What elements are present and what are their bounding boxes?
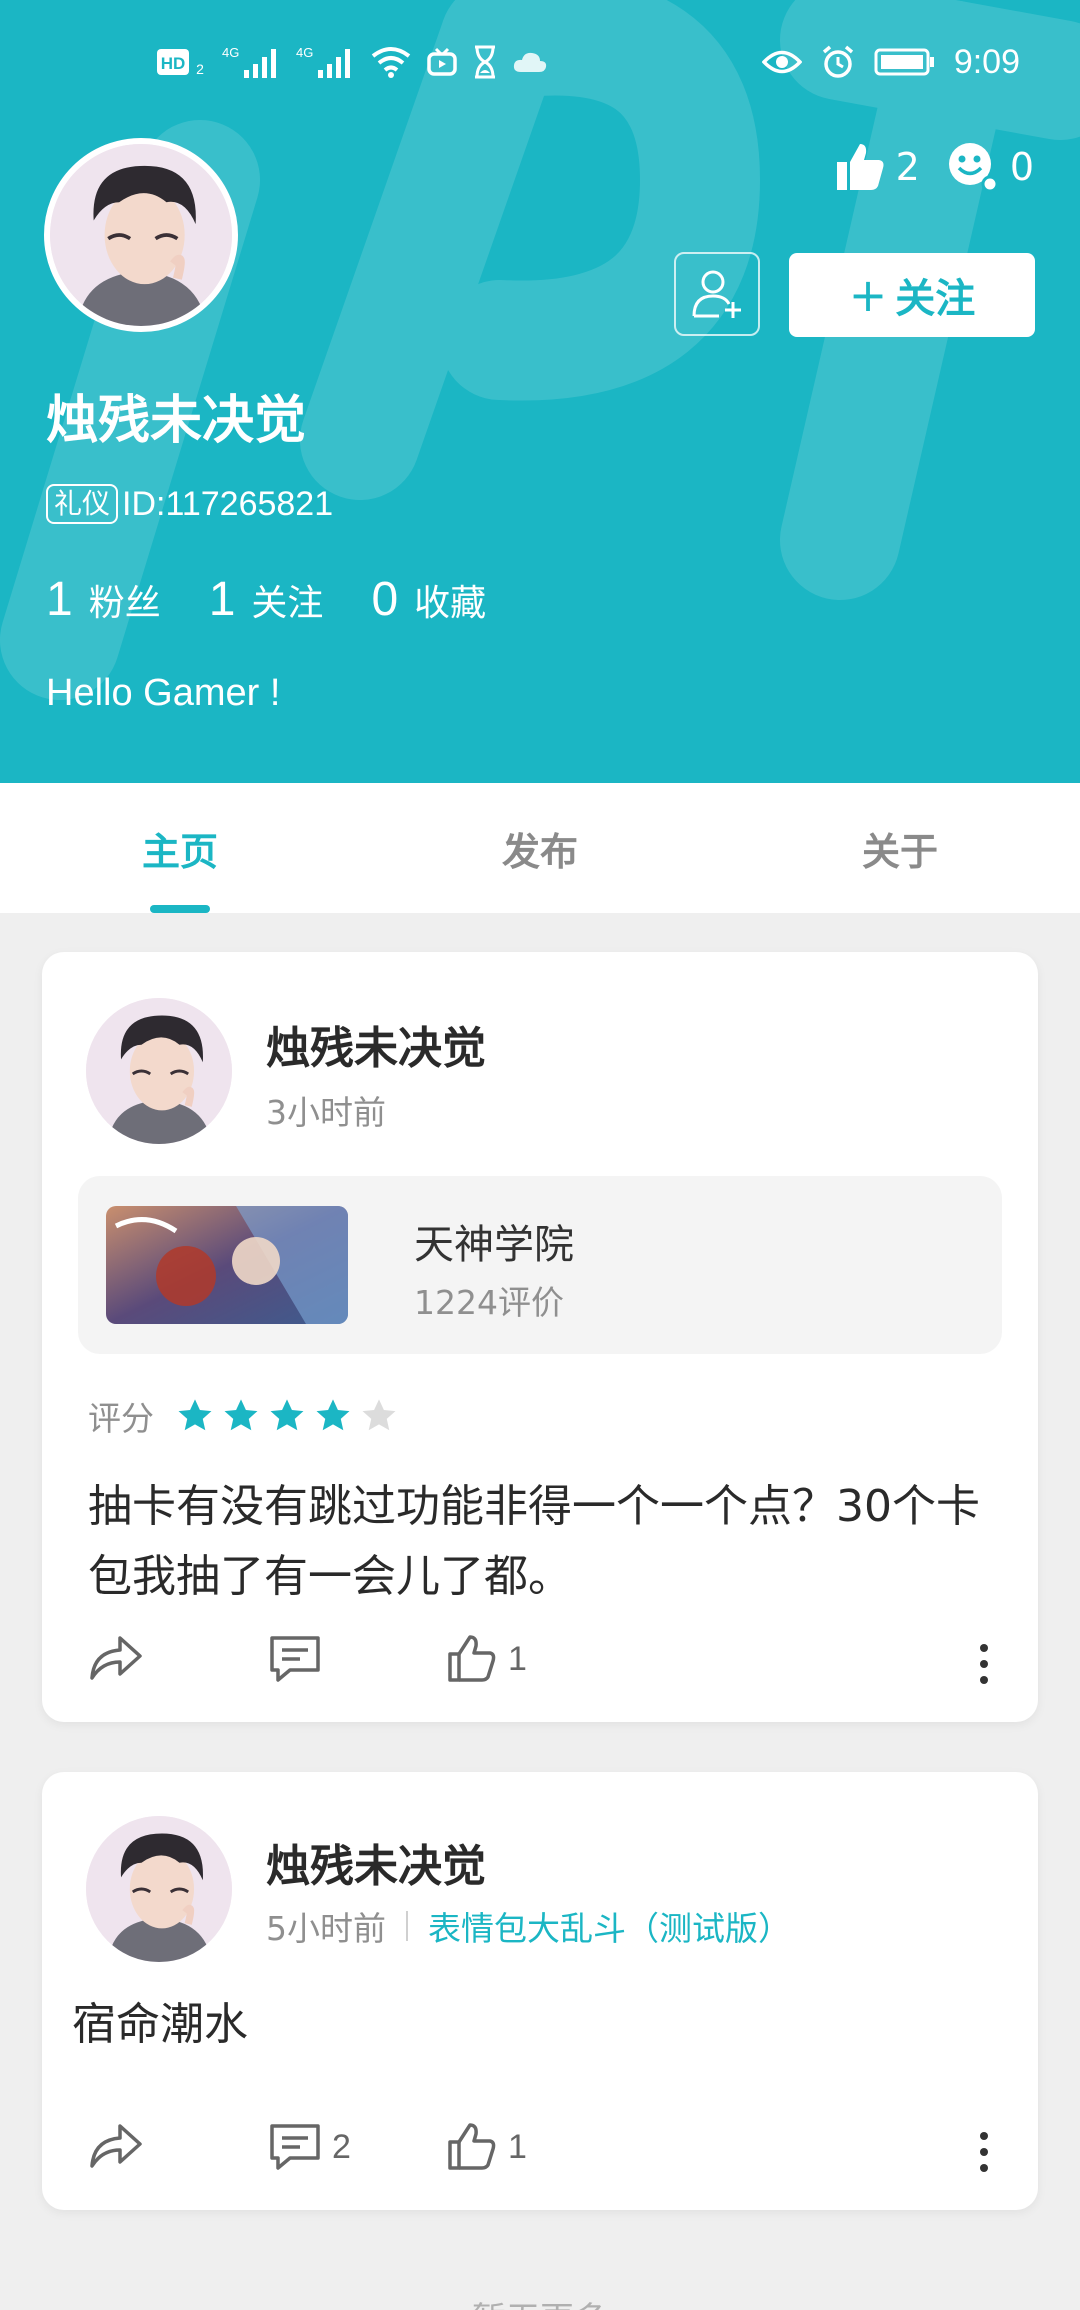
smiley-icon [948, 143, 999, 193]
stat-followers[interactable]: 1 粉丝 [46, 572, 161, 627]
tab-home[interactable]: 主页 [0, 783, 360, 913]
star-filled-icon [316, 1399, 350, 1431]
hourglass-icon [475, 45, 495, 79]
star-filled-icon [178, 1399, 212, 1431]
thumbs-up-icon [448, 1635, 496, 1682]
like-button[interactable]: 1 [446, 1634, 527, 1684]
game-thumbnail [106, 1206, 348, 1324]
eye-icon [761, 50, 802, 74]
author-name[interactable]: 烛残未决觉 [266, 1012, 486, 1076]
stat-number: 1 [46, 573, 73, 626]
thumbs-up-icon [448, 2123, 496, 2170]
rating-label: 评分 [88, 1399, 154, 1438]
svg-text:4G: 4G [222, 45, 239, 60]
post-actions: 1 [42, 1634, 1038, 1694]
header-counters: 2 0 [834, 140, 1034, 194]
like-counter[interactable]: 2 [834, 142, 920, 192]
game-review-count: 1224评价 [414, 1283, 564, 1322]
post-text: 宿命潮水 [72, 1999, 248, 2050]
profile-stats: 1 粉丝 1 关注 0 收藏 [46, 572, 486, 627]
alarm-icon [822, 45, 853, 78]
add-user-icon [692, 270, 741, 318]
post-time: 5小时前 [266, 1909, 386, 1948]
star-filled-icon [270, 1399, 304, 1431]
avatar-image [86, 998, 232, 1144]
status-time: 9:09 [953, 42, 1020, 81]
signal-4g-icon: 4G [222, 45, 276, 78]
profile-bio: Hello Gamer ! [46, 672, 281, 714]
plus-icon: + [848, 268, 888, 322]
like-count: 1 [508, 2127, 527, 2166]
stat-label: 收藏 [414, 583, 487, 624]
stat-label: 关注 [251, 583, 324, 624]
post-meta-row: 5小时前 表情包大乱斗（测试版） [266, 1902, 791, 1950]
list-end-text: 暂无更多 [0, 2292, 1080, 2310]
share-button[interactable] [88, 2122, 144, 2170]
post-actions: 2 1 [42, 2122, 1038, 2182]
post-time: 3小时前 [266, 1093, 386, 1132]
game-title: 天神学院 [414, 1222, 574, 1268]
cloud-icon [513, 52, 547, 72]
stat-label: 粉丝 [88, 583, 161, 624]
profile-name: 烛残未决觉 [46, 391, 307, 451]
profile-id-row: 礼仪 ID:117265821 [46, 484, 333, 524]
profile-avatar[interactable] [44, 138, 238, 332]
author-name[interactable]: 烛残未决觉 [266, 1830, 486, 1894]
follow-label: 关注 [895, 276, 976, 322]
profile-tabs: 主页 发布 关于 [0, 783, 1080, 913]
avatar-image [86, 1816, 232, 1962]
stat-number: 0 [371, 573, 399, 626]
share-icon [90, 1636, 142, 1680]
visitor-count: 0 [1009, 145, 1034, 189]
svg-text:4G: 4G [296, 45, 313, 60]
star-empty-icon [362, 1399, 396, 1431]
wifi-icon [371, 47, 411, 78]
add-friend-button[interactable] [674, 252, 760, 336]
comment-button[interactable] [268, 1634, 322, 1684]
active-tab-indicator [150, 905, 210, 913]
title-badge[interactable]: 礼仪 [46, 484, 119, 524]
tv-icon [427, 47, 457, 76]
stat-number: 1 [208, 573, 236, 626]
comment-icon [270, 1636, 320, 1682]
star-rating [176, 1397, 398, 1435]
rating-row: 评分 [88, 1392, 398, 1440]
post-card[interactable]: 烛残未决觉 3小时前 天神学院 1224评价 评分 抽卡有没有跳过功能非得一个一… [42, 952, 1038, 1722]
visitor-counter[interactable]: 0 [946, 140, 1034, 194]
thumbs-up-icon [836, 144, 884, 190]
author-avatar[interactable] [86, 1816, 232, 1962]
svg-text:2: 2 [196, 61, 204, 77]
follow-button[interactable]: + 关注 [789, 253, 1035, 337]
post-card[interactable]: 烛残未决觉 5小时前 表情包大乱斗（测试版） 宿命潮水 2 1 [42, 1772, 1038, 2210]
share-button[interactable] [88, 1634, 144, 1682]
profile-header: HD 2 4G 4G 9:09 2 0 + 关注 烛残未决觉 礼仪 ID:117… [0, 0, 1080, 783]
more-options-icon[interactable] [980, 2132, 988, 2172]
stat-favorites[interactable]: 0 收藏 [371, 572, 486, 627]
divider [406, 1911, 408, 1941]
signal-4g-icon-2: 4G [296, 45, 350, 78]
game-card[interactable]: 天神学院 1224评价 [78, 1176, 1002, 1354]
comment-count: 2 [332, 2127, 351, 2166]
share-icon [90, 2124, 142, 2168]
hd-icon: HD 2 [157, 49, 204, 77]
like-count: 1 [508, 1639, 527, 1678]
author-avatar[interactable] [86, 998, 232, 1144]
profile-id[interactable]: ID:117265821 [122, 485, 333, 524]
avatar-image [50, 144, 232, 326]
like-button[interactable]: 1 [446, 2122, 527, 2172]
tab-about[interactable]: 关于 [720, 783, 1080, 913]
status-bar: HD 2 4G 4G 9:09 [0, 0, 1080, 120]
comment-button[interactable]: 2 [268, 2122, 351, 2172]
battery-icon [874, 48, 934, 76]
game-link[interactable]: 表情包大乱斗（测试版） [428, 1902, 791, 1950]
svg-text:HD: HD [161, 54, 186, 73]
stat-following[interactable]: 1 关注 [209, 572, 324, 627]
like-count: 2 [895, 145, 920, 189]
tab-posts[interactable]: 发布 [360, 783, 720, 913]
comment-icon [270, 2124, 320, 2170]
star-filled-icon [224, 1399, 258, 1431]
post-text: 抽卡有没有跳过功能非得一个一个点？30个卡包我抽了有一会儿了都。 [88, 1481, 980, 1602]
more-options-icon[interactable] [980, 1644, 988, 1684]
